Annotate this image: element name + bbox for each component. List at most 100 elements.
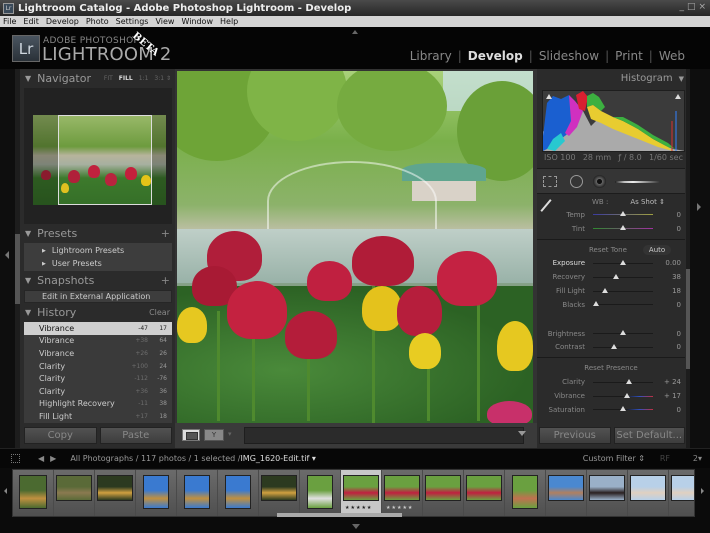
slider-track[interactable] bbox=[593, 301, 653, 307]
adjustment-brush-icon[interactable] bbox=[615, 181, 660, 183]
presets-header[interactable]: ▼ Presets + bbox=[22, 224, 174, 243]
history-item[interactable]: Fill Light +17 18 bbox=[24, 410, 172, 423]
right-panel-edge[interactable] bbox=[690, 69, 710, 448]
history-item[interactable]: Highlight Recovery -11 38 bbox=[24, 398, 172, 411]
zoom-1-1[interactable]: 1:1 bbox=[139, 75, 149, 82]
preset-folder[interactable]: ▶ Lightroom Presets bbox=[24, 244, 172, 257]
slider-value[interactable]: 38 bbox=[653, 273, 681, 281]
histogram-header[interactable]: Histogram ▼ bbox=[537, 69, 690, 88]
main-photo[interactable] bbox=[177, 71, 533, 423]
maximize-button[interactable]: □ bbox=[687, 2, 696, 12]
filmstrip-thumbnail[interactable]: ★★★★★ bbox=[382, 470, 423, 516]
slider-track[interactable] bbox=[593, 225, 653, 231]
highlight-clipping-indicator[interactable] bbox=[675, 94, 681, 99]
history-header[interactable]: ▼ History Clear bbox=[22, 303, 174, 322]
slider-track[interactable] bbox=[593, 273, 653, 279]
loupe-view-button[interactable] bbox=[182, 429, 200, 441]
slider-track[interactable] bbox=[593, 343, 653, 349]
history-item[interactable]: Clarity +100 24 bbox=[24, 360, 172, 373]
slider-track[interactable] bbox=[593, 378, 653, 384]
zoom-fit[interactable]: FIT bbox=[104, 75, 113, 82]
history-item[interactable]: Vibrance +38 64 bbox=[24, 335, 172, 348]
slider-value[interactable]: 0 bbox=[653, 406, 681, 414]
preset-folder[interactable]: ▶ User Presets bbox=[24, 257, 172, 270]
filmstrip-scroll-right-icon[interactable] bbox=[701, 488, 704, 494]
set-default-button[interactable]: Set Default... bbox=[613, 427, 685, 444]
filmstrip-thumbnail[interactable] bbox=[54, 470, 95, 516]
crop-overlay-icon[interactable] bbox=[543, 176, 557, 187]
add-snapshot-icon[interactable]: + bbox=[161, 274, 170, 287]
menu-develop[interactable]: Develop bbox=[46, 17, 79, 26]
module-print[interactable]: Print bbox=[615, 49, 643, 63]
slider-thumb[interactable] bbox=[623, 392, 630, 398]
navigator-thumbnail[interactable] bbox=[33, 115, 166, 205]
spot-removal-icon[interactable] bbox=[570, 175, 583, 188]
slider-thumb[interactable] bbox=[620, 211, 626, 217]
scrollbar-thumb[interactable] bbox=[15, 234, 20, 304]
history-item[interactable]: Clarity +36 36 bbox=[24, 385, 172, 398]
history-item[interactable]: Clarity -112 -76 bbox=[24, 372, 172, 385]
left-panel-scrollbar[interactable] bbox=[15, 69, 20, 448]
histogram[interactable] bbox=[542, 90, 685, 152]
slider-value[interactable]: 18 bbox=[653, 287, 681, 295]
filmstrip-thumbnail[interactable] bbox=[464, 470, 505, 516]
toolbar-options-dropdown-icon[interactable] bbox=[518, 431, 526, 436]
slider-thumb[interactable] bbox=[602, 287, 608, 293]
slider-value[interactable]: + 17 bbox=[653, 392, 681, 400]
before-after-dropdown-icon[interactable]: ▾ bbox=[228, 430, 232, 438]
star-rating[interactable]: ★★★★★ bbox=[386, 505, 413, 511]
filmstrip-thumbnail[interactable] bbox=[13, 470, 54, 516]
grid-view-icon[interactable] bbox=[11, 454, 20, 463]
paste-button[interactable]: Paste bbox=[99, 427, 172, 444]
slider-track[interactable] bbox=[593, 330, 653, 336]
add-preset-icon[interactable]: + bbox=[161, 227, 170, 240]
filmstrip-thumbnail[interactable] bbox=[546, 470, 587, 516]
menu-help[interactable]: Help bbox=[220, 17, 238, 26]
filmstrip-thumbnail[interactable] bbox=[505, 470, 546, 516]
filmstrip-thumbnail[interactable] bbox=[177, 470, 218, 516]
module-web[interactable]: Web bbox=[659, 49, 685, 63]
module-library[interactable]: Library bbox=[410, 49, 452, 63]
slider-value[interactable]: 0 bbox=[653, 330, 681, 338]
collapse-filmstrip-icon[interactable] bbox=[352, 524, 360, 529]
slider-track[interactable] bbox=[593, 406, 653, 412]
forward-arrow-icon[interactable]: ▶ bbox=[50, 454, 56, 463]
slider-thumb[interactable] bbox=[620, 225, 626, 231]
history-item[interactable]: Vibrance -47 17 bbox=[24, 322, 172, 335]
filmstrip-thumbnail[interactable] bbox=[628, 470, 669, 516]
slider-thumb[interactable] bbox=[620, 259, 626, 265]
slider-value[interactable]: 0 bbox=[653, 343, 681, 351]
star-rating[interactable]: ★★★★★ bbox=[345, 505, 372, 511]
navigator-header[interactable]: ▼ Navigator FIT FILL 1:1 3:1 ⇕ bbox=[22, 69, 174, 88]
filmstrip-scroll-left-icon[interactable] bbox=[4, 488, 7, 494]
slider-thumb[interactable] bbox=[611, 343, 617, 349]
slider-value[interactable]: 0 bbox=[653, 301, 681, 309]
zoom-fill[interactable]: FILL bbox=[119, 75, 133, 82]
module-develop[interactable]: Develop bbox=[468, 49, 523, 63]
filter-switch[interactable]: RF bbox=[660, 454, 670, 463]
collapse-top-panel-icon[interactable] bbox=[352, 30, 358, 34]
red-eye-icon[interactable] bbox=[593, 175, 606, 188]
menu-settings[interactable]: Settings bbox=[116, 17, 149, 26]
filmstrip-thumbnail[interactable] bbox=[259, 470, 300, 516]
reset-tone-button[interactable]: Reset Tone bbox=[589, 246, 627, 254]
slider-track[interactable] bbox=[593, 259, 653, 265]
back-arrow-icon[interactable]: ◀ bbox=[38, 454, 44, 463]
secondary-display-button[interactable]: 2▾ bbox=[693, 454, 702, 463]
menu-file[interactable]: File bbox=[3, 17, 16, 26]
minimize-button[interactable]: _ bbox=[679, 2, 684, 12]
slider-thumb[interactable] bbox=[612, 273, 619, 279]
menu-photo[interactable]: Photo bbox=[86, 17, 109, 26]
slider-value[interactable]: + 24 bbox=[653, 378, 681, 386]
navigator-preview[interactable] bbox=[24, 88, 172, 224]
slider-track[interactable] bbox=[593, 392, 653, 398]
filmstrip-thumbnail[interactable] bbox=[300, 470, 341, 516]
wb-preset-select[interactable]: As Shot ⇕ bbox=[630, 198, 665, 206]
filmstrip-scrollbar[interactable] bbox=[277, 513, 402, 517]
collapse-right-panel-icon[interactable] bbox=[697, 203, 701, 211]
filmstrip-thumbnail[interactable] bbox=[218, 470, 259, 516]
slider-thumb[interactable] bbox=[626, 378, 632, 384]
slider-value[interactable]: 0 bbox=[653, 225, 681, 233]
snapshots-header[interactable]: ▼ Snapshots + bbox=[22, 271, 174, 290]
auto-tone-button[interactable]: Auto bbox=[642, 244, 672, 255]
